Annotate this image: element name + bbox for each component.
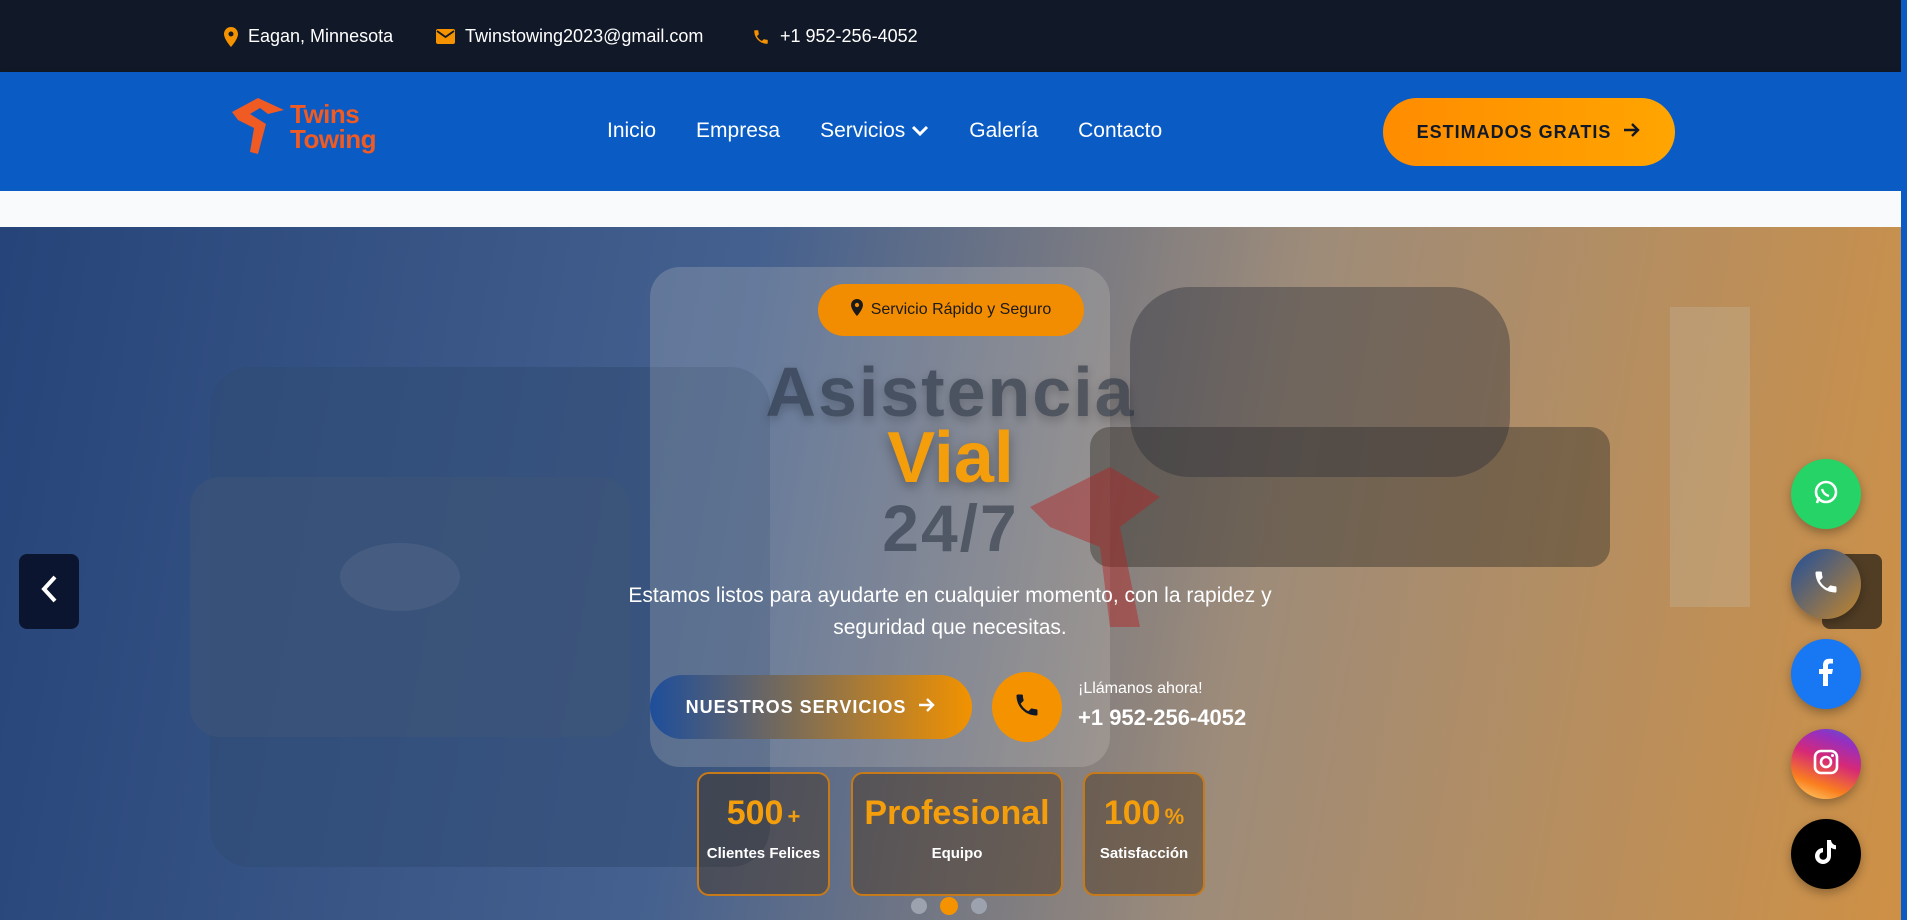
chevron-down-icon: [911, 119, 929, 143]
hero-slider: Servicio Rápido y Seguro Asistencia Vial…: [0, 227, 1901, 920]
hero-subtitle: Estamos listos para ayudarte en cualquie…: [628, 584, 1272, 639]
hero-badge: Servicio Rápido y Seguro: [818, 284, 1084, 336]
stat-label: Clientes Felices: [706, 845, 821, 862]
our-services-button[interactable]: NUESTROS SERVICIOS: [650, 675, 972, 739]
stat-value: 100: [1103, 794, 1161, 832]
brand-logo[interactable]: Twins Towing: [228, 92, 388, 162]
stat-label: Equipo: [931, 845, 983, 862]
logo-mark-icon: [232, 98, 284, 154]
stat-unit: %: [1164, 804, 1185, 829]
arrow-right-icon: [1623, 122, 1641, 143]
whatsapp-icon: [1812, 478, 1840, 511]
facebook-button[interactable]: [1791, 639, 1861, 709]
nav-item-servicios[interactable]: Servicios: [820, 119, 929, 143]
tiktok-icon: [1814, 839, 1838, 870]
call-number[interactable]: +1 952-256-4052: [1078, 705, 1246, 731]
topbar-location: Eagan, Minnesota: [224, 26, 393, 47]
call-label: ¡Llámanos ahora!: [1078, 680, 1203, 697]
call-now-button[interactable]: [992, 672, 1062, 742]
stat-value: 500: [726, 794, 784, 832]
phone-icon: [752, 28, 770, 46]
stat-card-clients: 500 + Clientes Felices: [697, 772, 830, 896]
tiktok-button[interactable]: [1791, 819, 1861, 889]
whatsapp-button[interactable]: [1791, 459, 1861, 529]
instagram-button[interactable]: [1791, 729, 1861, 799]
slider-prev-button[interactable]: [19, 554, 79, 629]
slider-dot-2[interactable]: [940, 897, 958, 915]
our-services-label: NUESTROS SERVICIOS: [685, 696, 907, 717]
map-pin-icon: [224, 26, 238, 47]
scrollbar[interactable]: [1901, 0, 1907, 920]
nav-item-contacto[interactable]: Contacto: [1078, 119, 1162, 143]
free-estimate-button[interactable]: ESTIMADOS GRATIS: [1383, 98, 1675, 166]
nav-item-empresa[interactable]: Empresa: [696, 119, 780, 143]
hero-title-line2: Vial: [887, 418, 1014, 498]
location-text: Eagan, Minnesota: [248, 26, 394, 46]
facebook-icon: [1818, 658, 1834, 691]
main-navbar: Twins Towing Inicio Empresa Servicios Ga…: [0, 72, 1901, 191]
hero-badge-text: Servicio Rápido y Seguro: [870, 301, 1052, 318]
topbar-email[interactable]: Twinstowing2023@gmail.com: [436, 26, 703, 47]
chevron-left-icon: [40, 574, 58, 609]
slider-dot-3[interactable]: [971, 898, 987, 914]
phone-text[interactable]: +1 952-256-4052: [780, 26, 918, 47]
phone-icon: [1812, 568, 1840, 601]
nav-links: Inicio Empresa Servicios Galería Contact…: [607, 119, 1162, 143]
logo-text: Twins Towing: [290, 99, 377, 154]
stat-label: Satisfacción: [1099, 845, 1189, 862]
slider-dots: [911, 897, 987, 915]
topbar-phone[interactable]: +1 952-256-4052: [752, 26, 918, 47]
stat-value: Profesional: [864, 794, 1050, 832]
stat-card-satisfaction: 100% Satisfacción: [1083, 772, 1205, 896]
map-pin-icon: [850, 299, 863, 321]
nav-item-inicio[interactable]: Inicio: [607, 119, 656, 143]
phone-call-button[interactable]: [1791, 549, 1861, 619]
instagram-icon: [1813, 749, 1839, 780]
phone-icon: [1013, 691, 1041, 724]
envelope-icon: [436, 29, 455, 44]
arrow-right-icon: [918, 697, 936, 718]
free-estimate-label: ESTIMADOS GRATIS: [1416, 121, 1612, 142]
topbar: Eagan, Minnesota Twinstowing2023@gmail.c…: [0, 0, 1901, 72]
slider-dot-1[interactable]: [911, 898, 927, 914]
nav-item-galeria[interactable]: Galería: [969, 119, 1038, 143]
stat-unit: +: [787, 804, 801, 829]
stat-card-team: Profesional Equipo: [851, 772, 1063, 896]
nav-spacer: [0, 191, 1901, 227]
hero-title-line3: 24/7: [882, 491, 1019, 565]
email-text[interactable]: Twinstowing2023@gmail.com: [465, 26, 703, 47]
